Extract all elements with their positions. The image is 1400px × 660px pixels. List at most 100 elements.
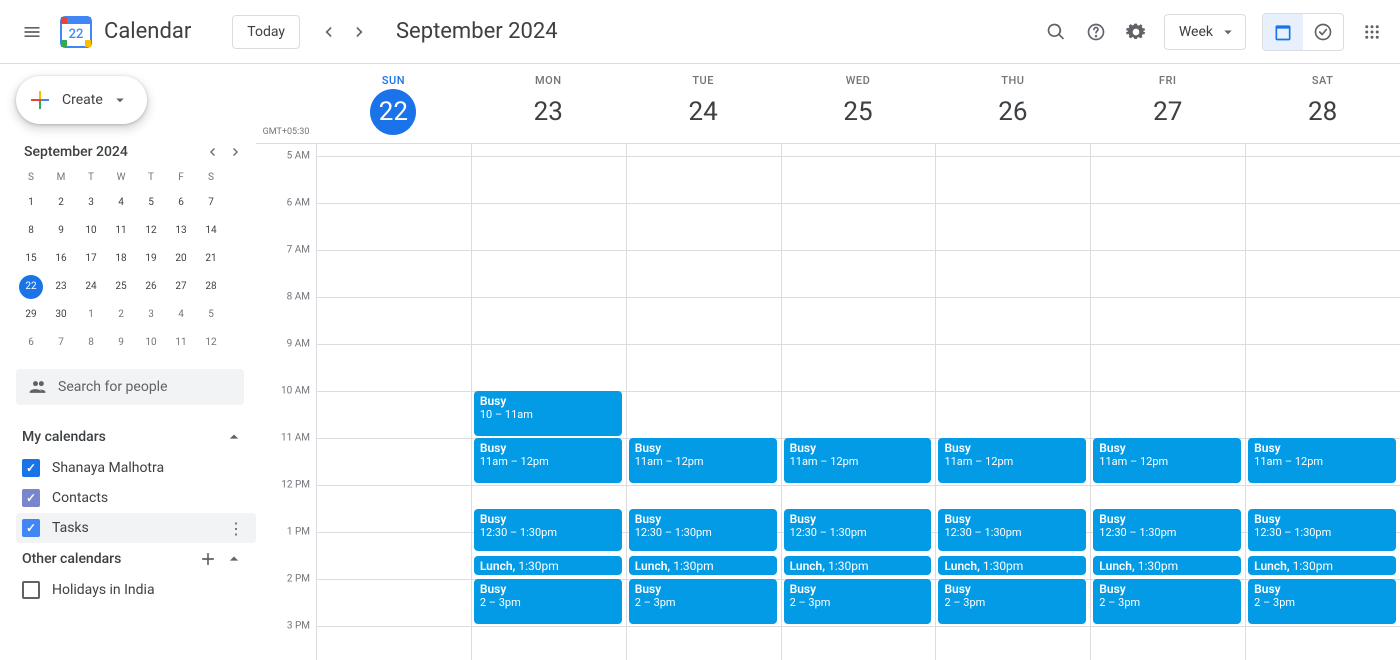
calendar-event[interactable]: Busy11am – 12pm xyxy=(474,438,622,483)
day-header[interactable]: SUN22 xyxy=(316,64,471,143)
calendar-event[interactable]: Busy2 – 3pm xyxy=(629,579,777,624)
mini-day[interactable]: 12 xyxy=(139,219,163,243)
mini-day[interactable]: 25 xyxy=(109,275,133,299)
mini-day[interactable]: 11 xyxy=(109,219,133,243)
mini-day[interactable]: 1 xyxy=(19,191,43,215)
mini-day[interactable]: 16 xyxy=(49,247,73,271)
mini-day[interactable]: 7 xyxy=(49,331,73,355)
mini-day[interactable]: 3 xyxy=(79,191,103,215)
calendar-event[interactable]: Busy12:30 – 1:30pm xyxy=(1093,509,1241,552)
day-header[interactable]: FRI27 xyxy=(1090,64,1245,143)
calendar-event[interactable]: Busy10 – 11am xyxy=(474,391,622,436)
mini-day[interactable]: 4 xyxy=(169,303,193,327)
other-calendars-header[interactable]: Other calendars xyxy=(16,543,256,575)
calendar-event[interactable]: Busy2 – 3pm xyxy=(938,579,1086,624)
checkbox[interactable] xyxy=(22,581,40,599)
day-column[interactable]: Busy11am – 12pm Busy12:30 – 1:30pm Lunch, … xyxy=(1245,144,1400,660)
calendar-event[interactable]: Busy12:30 – 1:30pm xyxy=(1248,509,1396,552)
day-column[interactable]: Busy11am – 12pmBusy12:30 – 1:30pmLunch, … xyxy=(781,144,936,660)
day-header[interactable]: SAT28 xyxy=(1245,64,1400,143)
calendar-event[interactable]: Lunch, 1:30pm xyxy=(474,556,622,575)
today-button[interactable]: Today xyxy=(232,15,300,49)
calendar-event[interactable]: Busy12:30 – 1:30pm xyxy=(629,509,777,552)
calendar-list-item[interactable]: Shanaya Malhotra xyxy=(16,453,256,483)
mini-day[interactable]: 12 xyxy=(199,331,223,355)
mini-day[interactable]: 22 xyxy=(19,275,43,299)
calendar-event[interactable]: Busy2 – 3pm xyxy=(784,579,932,624)
calendar-event[interactable]: Lunch, 1:30pm xyxy=(629,556,777,575)
day-column[interactable]: Busy11am – 12pm Busy12:30 – 1:30pm Lunch, … xyxy=(1090,144,1245,660)
plus-icon[interactable] xyxy=(198,549,218,569)
mini-day[interactable]: 2 xyxy=(49,191,73,215)
calendar-event[interactable]: Busy12:30 – 1:30pm xyxy=(784,509,932,552)
calendar-event[interactable]: Busy11am – 12pm xyxy=(1093,438,1241,483)
mini-day[interactable]: 15 xyxy=(19,247,43,271)
mini-day[interactable]: 5 xyxy=(139,191,163,215)
calendar-event[interactable]: Busy11am – 12pm xyxy=(1248,438,1396,483)
mini-day[interactable]: 24 xyxy=(79,275,103,299)
mini-day[interactable]: 9 xyxy=(49,219,73,243)
calendar-event[interactable]: Lunch, 1:30pm xyxy=(784,556,932,575)
mini-day[interactable]: 21 xyxy=(199,247,223,271)
calendar-event[interactable]: Busy2 – 3pm xyxy=(474,579,622,624)
mini-day[interactable]: 29 xyxy=(19,303,43,327)
mini-day[interactable]: 30 xyxy=(49,303,73,327)
tasks-view-toggle[interactable] xyxy=(1303,14,1343,50)
mini-day[interactable]: 10 xyxy=(139,331,163,355)
day-column[interactable]: Busy11am – 12pm Busy12:30 – 1:30pm Lunch, … xyxy=(626,144,781,660)
apps-button[interactable] xyxy=(1352,12,1392,52)
mini-day[interactable]: 11 xyxy=(169,331,193,355)
calendar-event[interactable]: Busy11am – 12pm xyxy=(629,438,777,483)
mini-day[interactable]: 3 xyxy=(139,303,163,327)
mini-day[interactable]: 10 xyxy=(79,219,103,243)
settings-button[interactable] xyxy=(1116,12,1156,52)
mini-day[interactable]: 4 xyxy=(109,191,133,215)
day-header[interactable]: TUE24 xyxy=(626,64,781,143)
mini-day[interactable]: 8 xyxy=(79,331,103,355)
mini-next-month[interactable] xyxy=(224,140,248,164)
mini-day[interactable]: 1 xyxy=(79,303,103,327)
calendar-event[interactable]: Lunch, 1:30pm xyxy=(938,556,1086,575)
calendar-event[interactable]: Busy12:30 – 1:30pm xyxy=(474,509,622,552)
calendar-list-item[interactable]: Holidays in India xyxy=(16,575,256,605)
mini-day[interactable]: 2 xyxy=(109,303,133,327)
day-header[interactable]: THU26 xyxy=(935,64,1090,143)
mini-day[interactable]: 27 xyxy=(169,275,193,299)
search-button[interactable] xyxy=(1036,12,1076,52)
main-menu-button[interactable] xyxy=(8,8,56,56)
prev-week-button[interactable] xyxy=(312,16,344,48)
day-header[interactable]: WED25 xyxy=(781,64,936,143)
calendar-event[interactable]: Lunch, 1:30pm xyxy=(1093,556,1241,575)
mini-day[interactable]: 6 xyxy=(19,331,43,355)
mini-day[interactable]: 8 xyxy=(19,219,43,243)
day-column[interactable]: Busy10 – 11amBusy11am – 12pm Busy12:30 – … xyxy=(471,144,626,660)
checkbox[interactable] xyxy=(22,519,40,537)
mini-day[interactable]: 28 xyxy=(199,275,223,299)
more-options-icon[interactable]: ⋮ xyxy=(224,519,248,538)
logo[interactable]: 22 Calendar xyxy=(56,12,216,52)
calendar-event[interactable]: Busy2 – 3pm xyxy=(1093,579,1241,624)
calendar-event[interactable]: Busy12:30 – 1:30pm xyxy=(938,509,1086,552)
checkbox[interactable] xyxy=(22,489,40,507)
checkbox[interactable] xyxy=(22,459,40,477)
mini-prev-month[interactable] xyxy=(200,140,224,164)
next-week-button[interactable] xyxy=(344,16,376,48)
mini-day[interactable]: 9 xyxy=(109,331,133,355)
calendar-list-item[interactable]: Contacts xyxy=(16,483,256,513)
create-button[interactable]: Create xyxy=(16,76,147,124)
mini-day[interactable]: 5 xyxy=(199,303,223,327)
search-people-input[interactable]: Search for people xyxy=(16,369,244,405)
day-column[interactable] xyxy=(316,144,471,660)
mini-day[interactable]: 6 xyxy=(169,191,193,215)
calendar-event[interactable]: Busy2 – 3pm xyxy=(1248,579,1396,624)
calendar-view-toggle[interactable] xyxy=(1263,14,1303,50)
mini-day[interactable]: 23 xyxy=(49,275,73,299)
calendar-event[interactable]: Lunch, 1:30pm xyxy=(1248,556,1396,575)
my-calendars-header[interactable]: My calendars xyxy=(16,421,256,453)
mini-day[interactable]: 20 xyxy=(169,247,193,271)
mini-day[interactable]: 14 xyxy=(199,219,223,243)
mini-day[interactable]: 13 xyxy=(169,219,193,243)
mini-day[interactable]: 19 xyxy=(139,247,163,271)
mini-day[interactable]: 18 xyxy=(109,247,133,271)
mini-day[interactable]: 26 xyxy=(139,275,163,299)
